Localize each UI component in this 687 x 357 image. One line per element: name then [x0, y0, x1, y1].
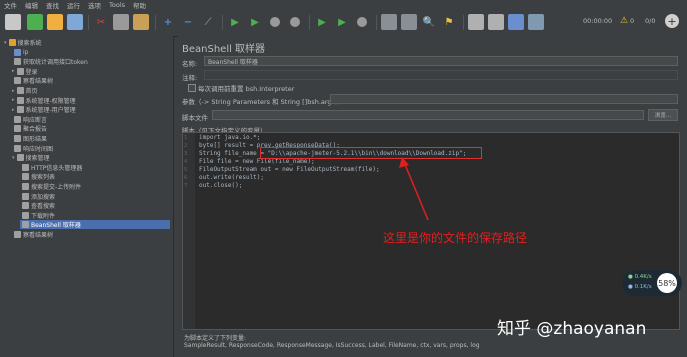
vars-text: SampleResult, ResponseCode, ResponseMess… [184, 342, 480, 349]
network-widget: ● 0.4K/s ● 0.1K/s 58% [622, 270, 682, 296]
watermark: 知乎 @zhaoyanan [497, 319, 647, 339]
annotation-arrow-layer [399, 157, 429, 221]
annotation-arrow [403, 161, 429, 221]
cpu-percent: 58% [657, 273, 677, 293]
download-speed: ● 0.1K/s [628, 284, 652, 290]
vars-label: 为脚本定义了下列变量: [184, 335, 247, 342]
upload-speed: ● 0.4K/s [628, 274, 652, 280]
annotation-arrowhead [399, 157, 409, 168]
annotation-text: 这里是你的文件的保存路径 [383, 231, 528, 245]
